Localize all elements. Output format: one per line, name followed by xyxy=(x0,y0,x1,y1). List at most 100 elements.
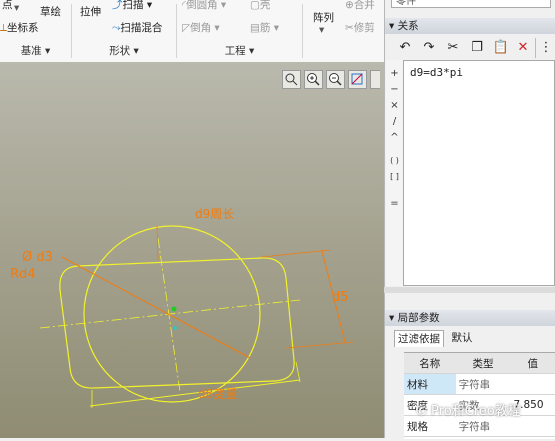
refit-icon xyxy=(285,73,298,86)
dim-label-d5[interactable]: d5 xyxy=(332,290,349,305)
sweep-icon: ⤴ xyxy=(112,0,123,11)
group-shapes-label: 形状 xyxy=(109,45,131,57)
collapse-icon: ▾ xyxy=(389,312,395,324)
sweep-label: 扫描 xyxy=(122,0,144,11)
reorient-icon xyxy=(351,73,363,85)
paste-icon[interactable]: 📋 xyxy=(491,38,511,58)
undo-icon[interactable]: ↶ xyxy=(395,38,415,58)
rib-button[interactable]: ▤筋 ▾ xyxy=(250,20,279,35)
operator-divide[interactable]: / xyxy=(386,116,403,127)
coord-sys-button[interactable]: ⟂坐标系 xyxy=(0,20,39,35)
column-header-name[interactable]: 名称 xyxy=(404,353,456,374)
operator-multiply[interactable]: × xyxy=(386,100,403,111)
dim-label-rd4[interactable]: Rd4 xyxy=(10,267,36,282)
group-engineering-tab[interactable]: 工程 ▾ xyxy=(177,42,302,60)
column-header-type[interactable]: 类型 xyxy=(455,353,511,374)
more-icon[interactable]: ⋮ xyxy=(539,38,553,58)
table-row[interactable]: 材料 字符串 xyxy=(404,373,555,395)
shell-label: 壳 xyxy=(259,0,271,11)
divider xyxy=(302,4,303,58)
watermark: ✆ Pro和Creo教程 xyxy=(416,400,521,419)
dim-label-d9[interactable]: d9周长 xyxy=(195,205,234,222)
operator-brackets[interactable]: [ ] xyxy=(386,172,403,181)
dim-extension xyxy=(295,361,301,383)
default-tab[interactable]: 默认 xyxy=(444,330,480,346)
merge-button[interactable]: ⊕合并 xyxy=(345,0,375,12)
delete-icon[interactable]: ✕ xyxy=(513,38,533,58)
chamfer-icon: ◸ xyxy=(182,22,191,34)
dim-extension xyxy=(261,249,331,258)
relations-title: 关系 xyxy=(397,20,419,32)
zoom-out-button[interactable] xyxy=(326,70,345,89)
chevron-down-icon: ▾ xyxy=(14,2,20,14)
group-datum-label: 基准 xyxy=(20,45,42,57)
chamfer-label: 倒角 xyxy=(190,22,212,34)
operator-equals[interactable]: = xyxy=(386,198,403,209)
graphics-viewport[interactable]: d9周长 Ø d3 Rd4 d5 d8变量 xyxy=(0,62,384,438)
sketch-button[interactable]: 草绘 xyxy=(40,4,61,19)
splitter[interactable] xyxy=(384,287,555,293)
operator-minus[interactable]: − xyxy=(386,84,403,95)
dim-label-d3[interactable]: Ø d3 xyxy=(22,250,53,265)
swept-blend-label: 扫描混合 xyxy=(120,22,163,34)
shell-button[interactable]: ▢壳 xyxy=(250,0,270,12)
group-engineering-label: 工程 xyxy=(224,45,246,57)
relations-editor[interactable]: d9=d3*pi xyxy=(403,60,555,286)
trim-icon: ✂ xyxy=(345,22,354,34)
point-button[interactable]: 点 xyxy=(2,0,13,12)
params-table-wrap: 名称 类型 值 材料 字符串 密度 实数 7.850 规格 字符串 xyxy=(404,352,555,439)
param-name[interactable]: 材料 xyxy=(404,373,456,395)
local-params-title: 局部参数 xyxy=(397,312,440,324)
diameter-dim-line xyxy=(61,256,251,359)
trim-button[interactable]: ✂修剪 xyxy=(345,20,375,35)
reorient-button[interactable] xyxy=(348,70,367,89)
params-table: 名称 类型 值 材料 字符串 密度 实数 7.850 规格 字符串 xyxy=(404,353,555,437)
origin-point xyxy=(173,326,177,330)
chevron-down-icon: ▾ xyxy=(319,24,325,36)
center-point[interactable] xyxy=(171,306,177,312)
object-field[interactable]: 零件 xyxy=(391,0,551,8)
round-button[interactable]: ◜倒圆角 ▾ xyxy=(182,0,226,12)
saved-views-button[interactable] xyxy=(370,70,380,89)
dim-label-d8[interactable]: d8变量 xyxy=(198,385,237,402)
redo-icon[interactable]: ↷ xyxy=(419,38,439,58)
zoom-in-icon xyxy=(307,73,320,86)
relations-header[interactable]: ▾ 关系 xyxy=(385,18,555,34)
group-datum-tab[interactable]: 基准 ▾ xyxy=(0,42,71,60)
merge-label: 合并 xyxy=(353,0,375,11)
round-label: 倒圆角 xyxy=(186,0,218,11)
table-header-row: 名称 类型 值 xyxy=(404,353,555,374)
ribbon: 点 ▾ ⟂坐标系 草绘 拉伸 ⤴扫描 ▾ ⤳扫描混合 ◜倒圆角 ▾ ◸倒角 ▾ … xyxy=(0,0,384,63)
rib-icon: ▤ xyxy=(250,22,260,34)
copy-icon[interactable]: ❐ xyxy=(467,38,487,58)
merge-icon: ⊕ xyxy=(345,0,354,11)
local-params-header[interactable]: ▾ 局部参数 xyxy=(385,310,555,326)
coord-sys-label: 坐标系 xyxy=(7,22,39,34)
trim-label: 修剪 xyxy=(353,22,375,34)
sweep-button[interactable]: ⤴扫描 ▾ xyxy=(112,0,152,12)
leader-line xyxy=(156,225,159,261)
operator-power[interactable]: ^ xyxy=(386,132,403,143)
coordinate-system-icon: ⟂ xyxy=(0,22,8,34)
extrude-button[interactable]: 拉伸 xyxy=(80,4,101,19)
pattern-button[interactable]: 阵列 xyxy=(313,10,334,25)
dim-extension xyxy=(285,341,355,349)
group-shapes-tab[interactable]: 形状 ▾ xyxy=(72,42,176,60)
shell-icon: ▢ xyxy=(250,0,260,11)
param-type[interactable]: 字符串 xyxy=(455,373,511,395)
view-toolbar xyxy=(280,70,380,92)
rib-label: 筋 xyxy=(259,22,271,34)
operator-parentheses[interactable]: ( ) xyxy=(386,156,403,165)
relation-line[interactable]: d9=d3*pi xyxy=(410,66,463,79)
chamfer-button[interactable]: ◸倒角 ▾ xyxy=(182,20,220,35)
swept-blend-button[interactable]: ⤳扫描混合 xyxy=(112,20,162,35)
zoom-out-icon xyxy=(329,73,342,86)
zoom-in-button[interactable] xyxy=(304,70,323,89)
operator-plus[interactable]: + xyxy=(386,68,403,79)
filter-tab[interactable]: 过滤依据 xyxy=(394,330,444,347)
collapse-icon: ▾ xyxy=(389,20,395,32)
column-header-value[interactable]: 值 xyxy=(510,353,555,374)
param-value[interactable] xyxy=(510,373,555,395)
refit-button[interactable] xyxy=(282,70,301,89)
cut-icon[interactable]: ✂ xyxy=(443,38,463,58)
